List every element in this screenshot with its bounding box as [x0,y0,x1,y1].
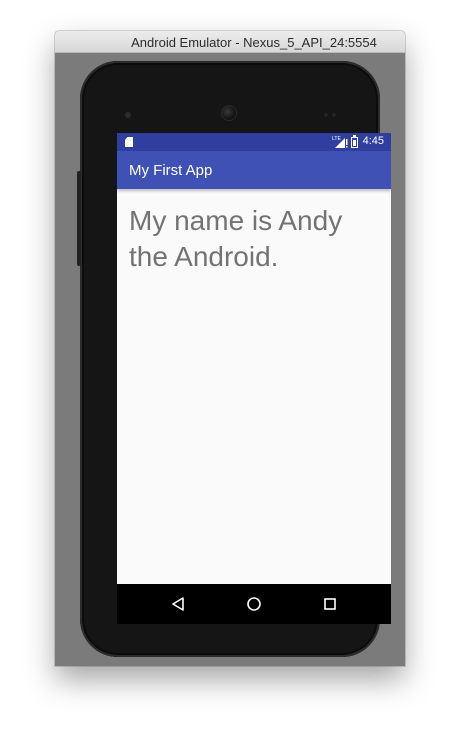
navigation-bar [117,584,391,624]
greeting-text: My name is Andy the Android. [129,205,343,272]
back-button[interactable] [168,594,188,614]
back-triangle-icon [172,597,184,611]
status-bar: LTE 4:45 [117,133,391,151]
home-circle-icon [247,597,261,611]
phone-frame: LTE 4:45 My First App My name is Andy th… [77,61,391,657]
app-title: My First App [129,162,213,179]
stage: Android Emulator - Nexus_5_API_24:5554 L… [0,0,460,745]
status-clock: 4:45 [362,135,384,147]
light-sensor [324,113,328,117]
lte-signal-icon: LTE [332,136,348,148]
network-label: LTE [332,136,341,142]
device-screen: LTE 4:45 My First App My name is Andy th… [117,133,391,624]
front-camera [221,105,237,121]
window-title: Android Emulator - Nexus_5_API_24:5554 [131,35,377,50]
main-content: My name is Andy the Android. [117,189,391,582]
power-button[interactable] [77,171,81,266]
emulator-window: Android Emulator - Nexus_5_API_24:5554 L… [55,31,405,666]
recents-button[interactable] [320,594,340,614]
battery-icon [351,135,358,148]
recents-square-icon [324,598,336,610]
window-titlebar[interactable]: Android Emulator - Nexus_5_API_24:5554 [55,31,405,53]
proximity-sensor [125,112,131,118]
home-button[interactable] [244,594,264,614]
light-sensor-2 [332,113,336,117]
app-bar: My First App [117,151,391,189]
sd-card-icon [125,137,133,147]
